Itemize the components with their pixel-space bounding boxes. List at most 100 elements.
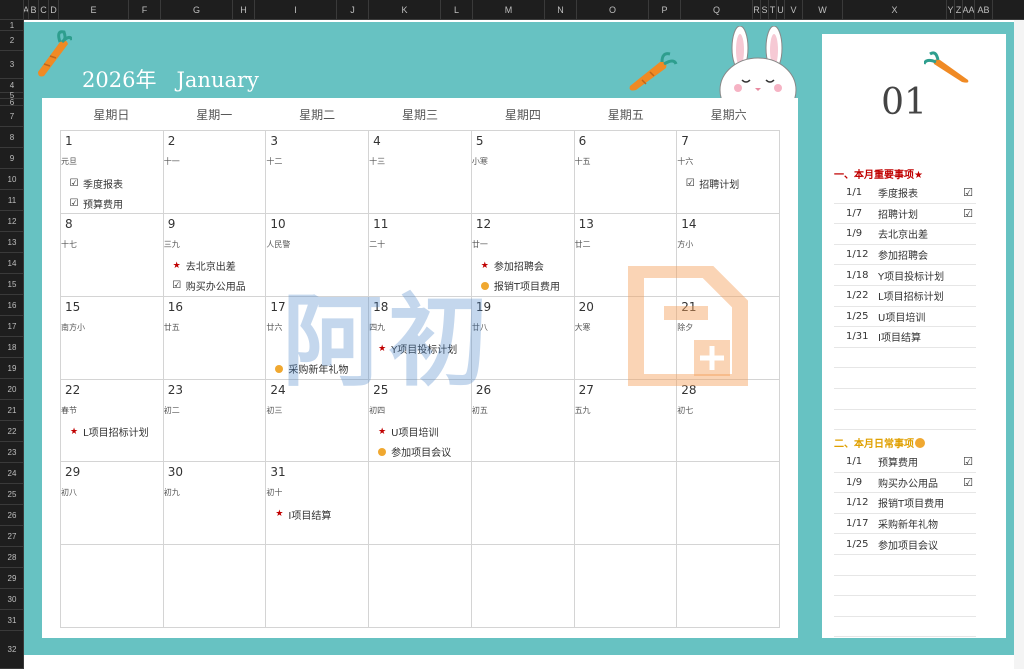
column-header-b[interactable]: B xyxy=(29,0,39,20)
row-header-19[interactable]: 19 xyxy=(0,358,24,379)
summary-row[interactable]: 1/1 预算费用 ☑ xyxy=(834,452,976,473)
summary-row[interactable]: 1/25 U项目培训 xyxy=(834,307,976,328)
row-header-7[interactable]: 7 xyxy=(0,106,24,127)
day-cell[interactable] xyxy=(677,545,780,628)
row-header-28[interactable]: 28 xyxy=(0,547,24,568)
day-cell[interactable]: 14 方小 xyxy=(677,213,780,297)
day-cell[interactable] xyxy=(574,462,678,546)
column-header-y[interactable]: Y xyxy=(947,0,955,20)
summary-row[interactable] xyxy=(834,596,976,617)
day-cell[interactable]: 27 五九 xyxy=(574,379,678,463)
column-header-m[interactable]: M xyxy=(473,0,545,20)
row-header-2[interactable]: 2 xyxy=(0,31,24,51)
row-header-22[interactable]: 22 xyxy=(0,421,24,442)
column-header-aa[interactable]: AA xyxy=(963,0,975,20)
column-header-p[interactable]: P xyxy=(649,0,681,20)
summary-row[interactable] xyxy=(834,410,976,431)
column-header-x[interactable]: X xyxy=(843,0,947,20)
day-cell[interactable]: 23 初二 xyxy=(163,379,267,463)
day-cell[interactable]: 4 十三 xyxy=(369,131,472,214)
column-header-d[interactable]: D xyxy=(49,0,59,20)
column-header-j[interactable]: J xyxy=(337,0,369,20)
day-cell[interactable] xyxy=(369,462,472,546)
summary-row[interactable] xyxy=(834,617,976,638)
row-header-15[interactable]: 15 xyxy=(0,274,24,295)
day-cell[interactable]: 18 四九 ★ Y项目投标计划 xyxy=(369,296,472,380)
row-header-13[interactable]: 13 xyxy=(0,232,24,253)
day-cell[interactable] xyxy=(163,545,267,628)
row-header-30[interactable]: 30 xyxy=(0,589,24,610)
row-header-6[interactable]: 6 xyxy=(0,98,24,107)
day-cell[interactable] xyxy=(471,545,575,628)
summary-row[interactable] xyxy=(834,576,976,597)
day-cell[interactable]: 9 三九 ★ 去北京出差 ☑ 购买办公用品 xyxy=(163,213,267,297)
day-cell[interactable]: 10 人民警 xyxy=(266,213,370,297)
summary-row[interactable]: 1/7 招聘计划 ☑ xyxy=(834,204,976,225)
row-header-21[interactable]: 21 xyxy=(0,400,24,421)
row-header-27[interactable]: 27 xyxy=(0,526,24,547)
row-header-9[interactable]: 9 xyxy=(0,148,24,169)
day-cell[interactable] xyxy=(266,545,370,628)
row-header-3[interactable]: 3 xyxy=(0,51,24,79)
summary-row[interactable] xyxy=(834,368,976,389)
summary-row[interactable]: 1/18 Y项目投标计划 xyxy=(834,265,976,286)
column-header-l[interactable]: L xyxy=(441,0,473,20)
worksheet[interactable]: 2026年 January 星期日 星期一 星期二 星期三 星期四 星期五 星期六 1 元旦 ☑… xyxy=(24,20,1024,669)
row-header-12[interactable]: 12 xyxy=(0,211,24,232)
summary-row[interactable]: 1/1 季度报表 ☑ xyxy=(834,183,976,204)
day-cell[interactable]: 31 初十 ★ I项目结算 xyxy=(266,462,370,546)
day-cell[interactable]: 19 廿八 xyxy=(471,296,575,380)
column-header-s[interactable]: S xyxy=(761,0,769,20)
day-cell[interactable]: 8 十七 xyxy=(61,213,164,297)
day-cell[interactable]: 11 二十 xyxy=(369,213,472,297)
day-cell[interactable]: 26 初五 xyxy=(471,379,575,463)
day-cell[interactable] xyxy=(471,462,575,546)
column-header-w[interactable]: W xyxy=(803,0,843,20)
day-cell[interactable]: 1 元旦 ☑ 季度报表 ☑ 预算费用 xyxy=(61,131,164,214)
day-cell[interactable]: 30 初九 xyxy=(163,462,267,546)
column-header-t[interactable]: T xyxy=(769,0,777,20)
row-header-20[interactable]: 20 xyxy=(0,379,24,400)
column-header-e[interactable]: E xyxy=(59,0,129,20)
column-header-z[interactable]: Z xyxy=(955,0,963,20)
summary-row[interactable] xyxy=(834,348,976,369)
row-header-11[interactable]: 11 xyxy=(0,190,24,211)
day-cell[interactable] xyxy=(677,462,780,546)
summary-checkbox[interactable]: ☑ xyxy=(960,455,976,468)
day-cell[interactable]: 2 十一 xyxy=(163,131,267,214)
day-cell[interactable]: 16 廿五 xyxy=(163,296,267,380)
column-header-f[interactable]: F xyxy=(129,0,161,20)
day-cell[interactable]: 5 小寒 xyxy=(471,131,575,214)
day-cell[interactable] xyxy=(369,545,472,628)
column-header-v[interactable]: V xyxy=(785,0,803,20)
day-cell[interactable]: 17 廿六 采购新年礼物 xyxy=(266,296,370,380)
column-header-k[interactable]: K xyxy=(369,0,441,20)
column-header-c[interactable]: C xyxy=(39,0,49,20)
day-cell[interactable]: 7 十六 ☑ 招聘计划 xyxy=(677,131,780,214)
day-cell[interactable]: 22 春节 ★ L项目招标计划 xyxy=(61,379,164,463)
day-cell[interactable]: 3 十二 xyxy=(266,131,370,214)
column-header-q[interactable]: Q xyxy=(681,0,753,20)
day-cell[interactable]: 25 初四 ★ U项目培训 参加项目会议 xyxy=(369,379,472,463)
summary-row[interactable]: 1/31 I项目结算 xyxy=(834,327,976,348)
day-cell[interactable]: 21 除夕 xyxy=(677,296,780,380)
day-cell[interactable]: 29 初八 xyxy=(61,462,164,546)
row-header-8[interactable]: 8 xyxy=(0,127,24,148)
day-cell[interactable] xyxy=(61,545,164,628)
column-header-n[interactable]: N xyxy=(545,0,577,20)
column-header-u[interactable]: U xyxy=(777,0,785,20)
summary-row[interactable]: 1/12 报销T项目费用 xyxy=(834,493,976,514)
day-cell[interactable]: 6 十五 xyxy=(574,131,678,214)
column-header-r[interactable]: R xyxy=(753,0,761,20)
column-header-h[interactable]: H xyxy=(233,0,255,20)
summary-row[interactable]: 1/25 参加项目会议 xyxy=(834,534,976,555)
day-cell[interactable]: 13 廿二 xyxy=(574,213,678,297)
row-header-18[interactable]: 18 xyxy=(0,337,24,358)
column-header-i[interactable]: I xyxy=(255,0,337,20)
row-header-1[interactable]: 1 xyxy=(0,20,24,31)
row-header-14[interactable]: 14 xyxy=(0,253,24,274)
row-header-24[interactable]: 24 xyxy=(0,463,24,484)
row-header-10[interactable]: 10 xyxy=(0,169,24,190)
row-header-29[interactable]: 29 xyxy=(0,568,24,589)
day-cell[interactable]: 12 廿一 ★ 参加招聘会 报销T项目费用 xyxy=(471,213,575,297)
